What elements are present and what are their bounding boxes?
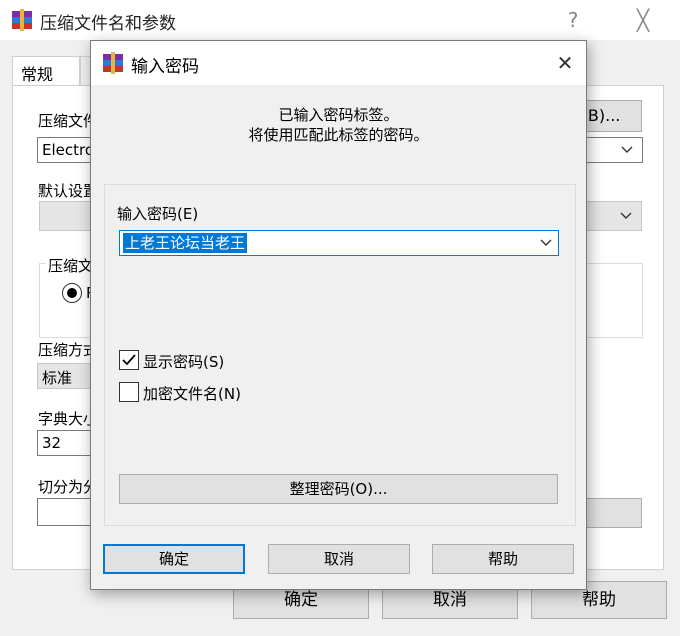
tab-general[interactable]: 常规 <box>12 56 80 86</box>
parameters-button[interactable] <box>582 498 642 528</box>
dialog-ok-button[interactable]: 确定 <box>103 544 245 574</box>
show-password-label[interactable]: 显示密码(S) <box>143 351 224 372</box>
archive-name-label: 压缩文件 <box>38 112 99 130</box>
dialog-title: 输入密码 <box>131 57 199 77</box>
chevron-down-icon <box>620 212 632 220</box>
info-line-1: 已输入密码标签。 <box>278 106 399 124</box>
chevron-down-icon[interactable] <box>540 239 552 247</box>
info-line-2: 将使用匹配此标签的密码。 <box>248 126 429 144</box>
dialog-info-text: 已输入密码标签。 将使用匹配此标签的密码。 <box>91 105 586 145</box>
dictionary-size-combo[interactable]: 32 <box>37 430 97 456</box>
encrypt-filenames-label[interactable]: 加密文件名(N) <box>143 383 241 404</box>
password-combo[interactable]: 上老王论坛当老王 <box>119 230 559 256</box>
compression-method-label: 压缩方式 <box>38 341 99 359</box>
winrar-app-icon <box>102 52 124 74</box>
split-volumes-label: 切分为分 <box>38 478 99 496</box>
winrar-app-icon <box>11 9 33 31</box>
show-password-checkbox[interactable] <box>119 350 139 370</box>
split-volumes-input[interactable] <box>37 498 97 526</box>
archive-format-label: 压缩文 <box>46 255 96 276</box>
enter-password-dialog: 输入密码 ✕ 已输入密码标签。 将使用匹配此标签的密码。 输入密码(E) 上老王… <box>90 40 587 590</box>
dialog-cancel-button[interactable]: 取消 <box>268 544 410 574</box>
title-bar: 压缩文件名和参数 ? ╳ <box>0 0 680 40</box>
password-input-value[interactable]: 上老王论坛当老王 <box>123 233 248 253</box>
default-profile-label: 默认设置 <box>38 182 99 200</box>
compression-method-combo[interactable]: 标准 <box>37 363 97 389</box>
window-title: 压缩文件名和参数 <box>40 14 176 34</box>
password-label: 输入密码(E) <box>117 205 199 223</box>
organize-passwords-button[interactable]: 整理密码(O)... <box>119 474 558 504</box>
checkmark-icon <box>122 354 136 366</box>
chevron-down-icon <box>621 146 633 154</box>
dictionary-size-label: 字典大小 <box>38 410 99 428</box>
dialog-help-button[interactable]: 帮助 <box>432 544 574 574</box>
encrypt-filenames-checkbox[interactable] <box>119 382 139 402</box>
format-radio[interactable] <box>62 283 82 303</box>
help-title-button[interactable]: ? <box>558 6 588 34</box>
dialog-title-bar: 输入密码 ✕ <box>91 41 586 85</box>
dialog-close-button[interactable]: ✕ <box>550 49 580 77</box>
close-title-button[interactable]: ╳ <box>628 6 658 34</box>
